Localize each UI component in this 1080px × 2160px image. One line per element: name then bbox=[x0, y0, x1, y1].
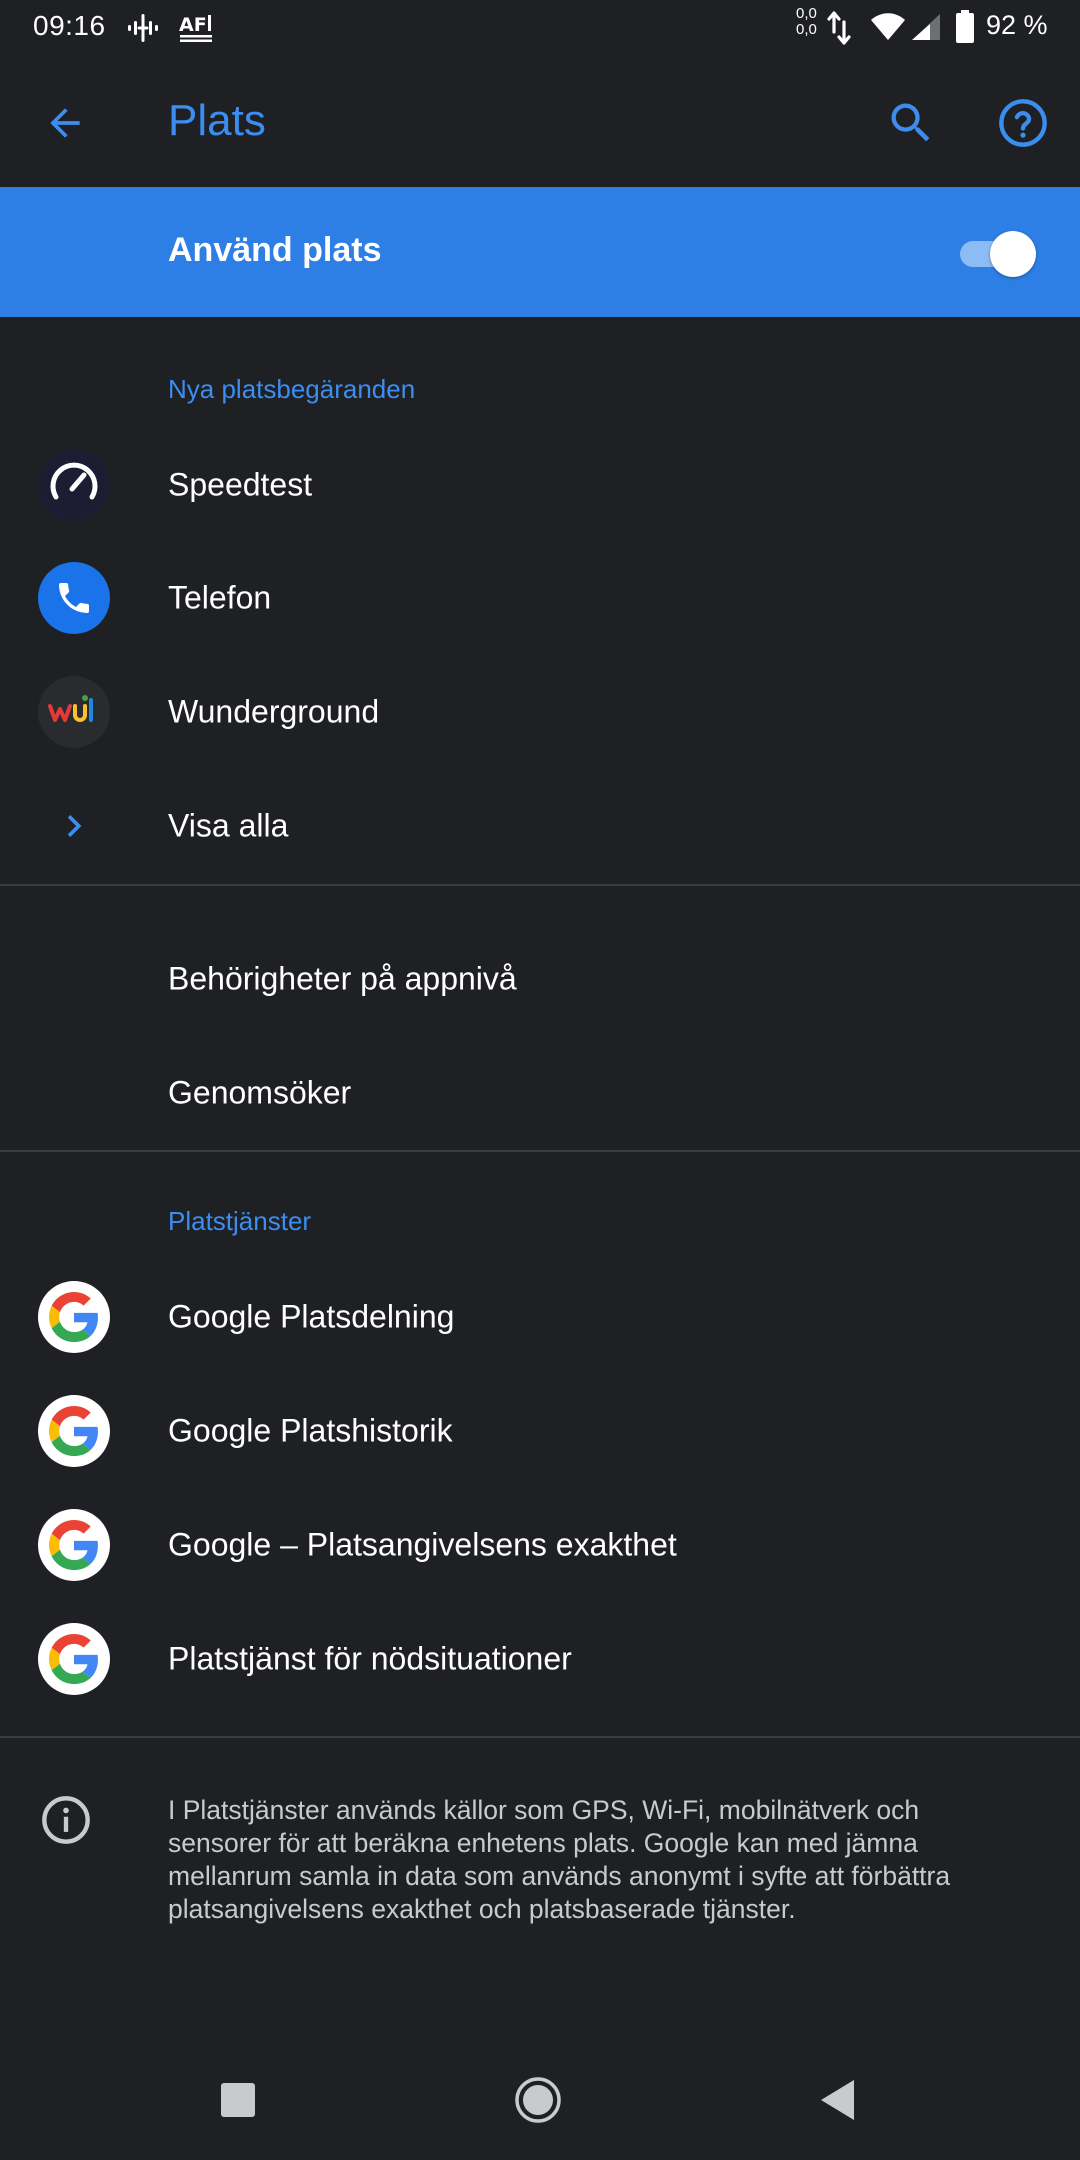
list-item-telefon[interactable]: Telefon bbox=[0, 541, 1080, 655]
data-transfer-icon bbox=[826, 10, 852, 51]
cell-signal-icon bbox=[910, 12, 942, 47]
recents-button[interactable] bbox=[198, 2060, 278, 2140]
wunderground-icon bbox=[38, 676, 110, 748]
news-badge-icon: AF bbox=[178, 11, 214, 48]
home-button[interactable] bbox=[498, 2060, 578, 2140]
back-arrow-icon bbox=[50, 108, 80, 138]
battery-icon bbox=[955, 10, 975, 49]
switch-thumb bbox=[990, 231, 1036, 277]
list-item-visa-alla[interactable]: Visa alla bbox=[0, 769, 1080, 883]
list-item-label: Behörigheter på appnivå bbox=[168, 960, 517, 997]
list-item-label: Telefon bbox=[168, 579, 272, 616]
divider bbox=[0, 884, 1080, 886]
list-item-label: Platstjänst för nödsituationer bbox=[168, 1640, 572, 1677]
help-button[interactable] bbox=[988, 88, 1058, 158]
list-item-wunderground[interactable]: Wunderground bbox=[0, 655, 1080, 769]
list-item-label: Genomsöker bbox=[168, 1074, 352, 1111]
network-speed: 0,0 0,0 bbox=[796, 5, 817, 38]
search-button[interactable] bbox=[876, 88, 946, 158]
status-time: 09:16 bbox=[33, 10, 106, 41]
google-icon bbox=[38, 1509, 110, 1581]
status-bar: 09:16 AF 0,0 0,0 92 % bbox=[0, 0, 1080, 56]
search-icon bbox=[891, 103, 930, 142]
back-triangle-icon bbox=[821, 2080, 854, 2120]
list-item-speedtest[interactable]: Speedtest bbox=[0, 428, 1080, 542]
wifi-icon bbox=[870, 12, 906, 47]
chevron-right-icon bbox=[38, 790, 110, 862]
list-item-label: Speedtest bbox=[168, 466, 313, 503]
nav-back-button[interactable] bbox=[798, 2060, 878, 2140]
recents-square-icon bbox=[221, 2083, 255, 2117]
list-item-label: Google Platshistorik bbox=[168, 1412, 453, 1449]
battery-percent: 92 % bbox=[986, 10, 1048, 40]
app-bar: Plats bbox=[0, 56, 1080, 186]
use-location-label: Använd plats bbox=[168, 231, 382, 269]
navigation-bar bbox=[0, 2040, 1080, 2160]
list-item-google-location-sharing[interactable]: Google Platsdelning bbox=[0, 1260, 1080, 1374]
podcast-icon bbox=[126, 12, 160, 49]
list-item-label: Wunderground bbox=[168, 693, 380, 730]
use-location-switch[interactable] bbox=[960, 231, 1036, 277]
location-services-header: Platstjänster bbox=[168, 1206, 312, 1236]
google-icon bbox=[38, 1395, 110, 1467]
speedtest-icon bbox=[38, 449, 110, 521]
list-item-google-location-history[interactable]: Google Platshistorik bbox=[0, 1374, 1080, 1488]
list-item-label: Visa alla bbox=[168, 807, 289, 844]
info-icon bbox=[40, 1794, 92, 1846]
svg-text:AF: AF bbox=[179, 14, 207, 36]
list-item-scanning[interactable]: Genomsöker bbox=[0, 1036, 1080, 1150]
google-icon bbox=[38, 1623, 110, 1695]
use-location-bar[interactable]: Använd plats bbox=[0, 187, 1080, 317]
location-settings-screen: 09:16 AF 0,0 0,0 92 % Plats Använd plats… bbox=[0, 0, 1080, 2160]
phone-icon bbox=[38, 562, 110, 634]
page-title: Plats bbox=[168, 96, 266, 145]
help-icon bbox=[999, 99, 1047, 147]
back-button[interactable] bbox=[30, 88, 100, 158]
divider bbox=[0, 1736, 1080, 1738]
list-item-label: Google Platsdelning bbox=[168, 1298, 455, 1335]
list-item-google-location-accuracy[interactable]: Google – Platsangivelsens exakthet bbox=[0, 1488, 1080, 1602]
info-text: I Platstjänster används källor som GPS, … bbox=[168, 1795, 951, 1924]
list-item-emergency-location[interactable]: Platstjänst för nödsituationer bbox=[0, 1602, 1080, 1716]
recent-requests-header: Nya platsbegäranden bbox=[168, 374, 416, 404]
list-item-label: Google – Platsangivelsens exakthet bbox=[168, 1526, 677, 1563]
divider bbox=[0, 1150, 1080, 1152]
google-icon bbox=[38, 1281, 110, 1353]
list-item-app-permissions[interactable]: Behörigheter på appnivå bbox=[0, 922, 1080, 1036]
home-circle-icon bbox=[515, 2077, 561, 2123]
